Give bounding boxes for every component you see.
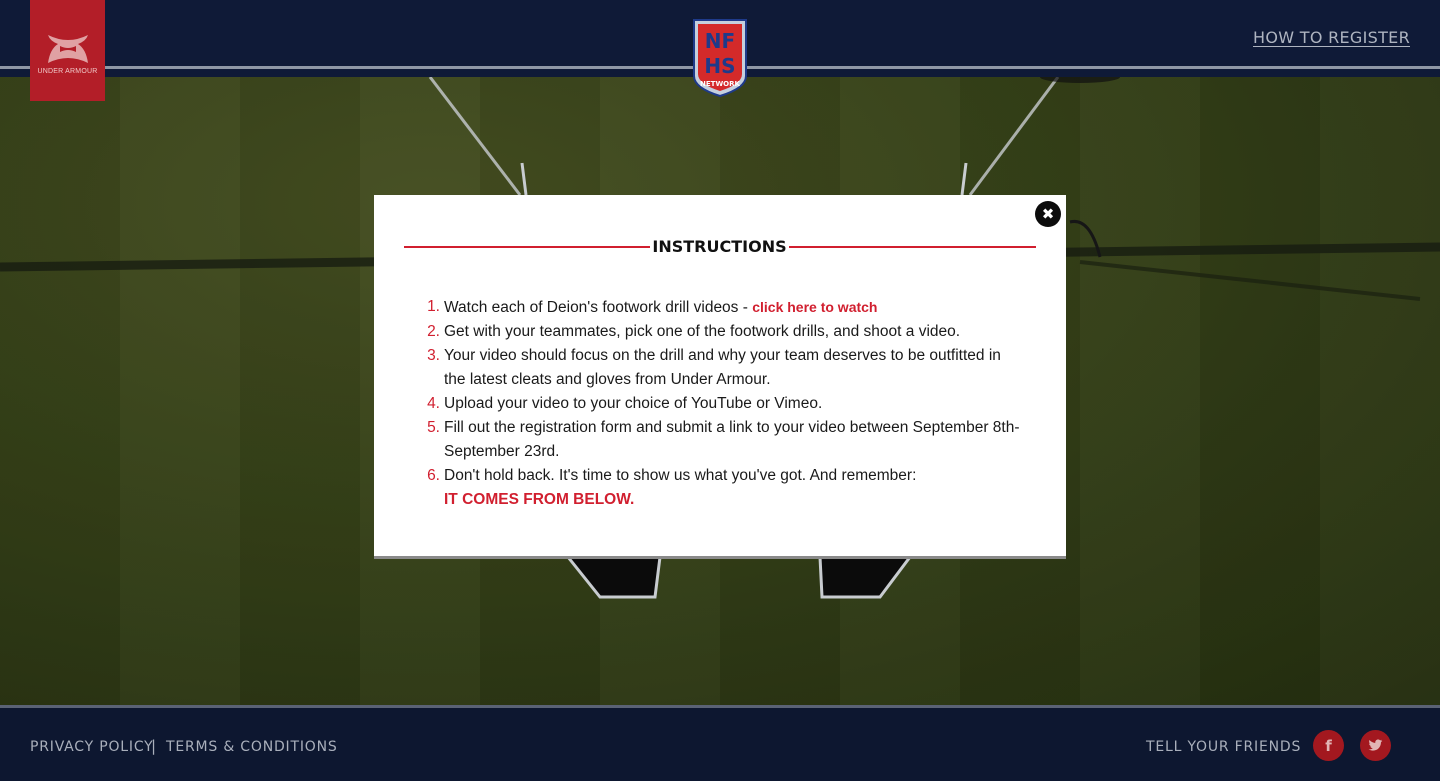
tell-your-friends-label: TELL YOUR FRIENDS: [1146, 739, 1302, 755]
instruction-step-3: 3. Your video should focus on the drill a…: [420, 344, 1020, 392]
step-number: 1.: [427, 298, 440, 315]
instruction-step-5: 5. Fill out the registration form and sub…: [420, 416, 1020, 464]
twitter-icon: [1368, 739, 1383, 751]
facebook-button[interactable]: f: [1313, 730, 1344, 761]
watch-videos-link[interactable]: click here to watch: [752, 299, 877, 315]
step-number: 6.: [427, 467, 440, 484]
how-to-register-link[interactable]: HOW TO REGISTER: [1253, 28, 1410, 47]
under-armour-icon: [47, 34, 88, 63]
close-button[interactable]: ✖: [1035, 201, 1061, 227]
step-text: Watch each of Deion's footwork drill vid…: [444, 299, 753, 316]
nfhs-logo-line2: HS: [704, 54, 735, 78]
facebook-icon: f: [1325, 736, 1332, 755]
step-text: Fill out the registration form and submi…: [444, 419, 1020, 460]
nfhs-logo-network: NETWORK: [700, 80, 740, 88]
step-number: 5.: [427, 419, 440, 436]
step-number: 2.: [427, 323, 440, 340]
nfhs-shield-icon: NF HS NETWORK: [693, 19, 747, 98]
twitter-button[interactable]: t: [1360, 730, 1391, 761]
under-armour-logo[interactable]: UNDER ARMOUR: [30, 0, 105, 101]
terms-conditions-link[interactable]: TERMS & CONDITIONS: [166, 739, 338, 755]
instruction-step-2: 2. Get with your teammates, pick one of t…: [420, 320, 1020, 344]
footer-separator: |: [151, 737, 157, 755]
nfhs-network-logo[interactable]: NF HS NETWORK: [692, 18, 748, 98]
instruction-step-4: 4. Upload your video to your choice of Yo…: [420, 392, 1020, 416]
step-text: Don't hold back. It's time to show us wh…: [444, 467, 917, 484]
under-armour-wordmark: UNDER ARMOUR: [37, 67, 98, 75]
modal-title: INSTRUCTIONS: [652, 237, 787, 256]
step-text: Get with your teammates, pick one of the…: [444, 323, 961, 340]
nfhs-logo-line1: NF: [705, 29, 735, 53]
privacy-policy-link[interactable]: PRIVACY POLICY: [30, 739, 154, 755]
site-footer: PRIVACY POLICY | TERMS & CONDITIONS TELL…: [0, 708, 1440, 781]
title-divider-right: [789, 246, 1036, 248]
tagline: IT COMES FROM BELOW.: [444, 491, 635, 508]
step-number: 3.: [427, 347, 440, 364]
step-number: 4.: [427, 395, 440, 412]
instruction-step-6: 6. Don't hold back. It's time to show us …: [420, 464, 1020, 512]
step-text: Upload your video to your choice of YouT…: [444, 395, 823, 412]
instruction-list: 1. Watch each of Deion's footwork drill v…: [420, 295, 1020, 512]
modal-title-row: INSTRUCTIONS: [404, 235, 1036, 259]
step-text: Your video should focus on the drill and…: [444, 347, 1001, 388]
title-divider-left: [404, 246, 650, 248]
instruction-step-1: 1. Watch each of Deion's footwork drill v…: [420, 295, 1020, 320]
instructions-modal: ✖ INSTRUCTIONS 1. Watch each of Deion's f…: [374, 195, 1066, 556]
close-icon: ✖: [1041, 205, 1055, 223]
